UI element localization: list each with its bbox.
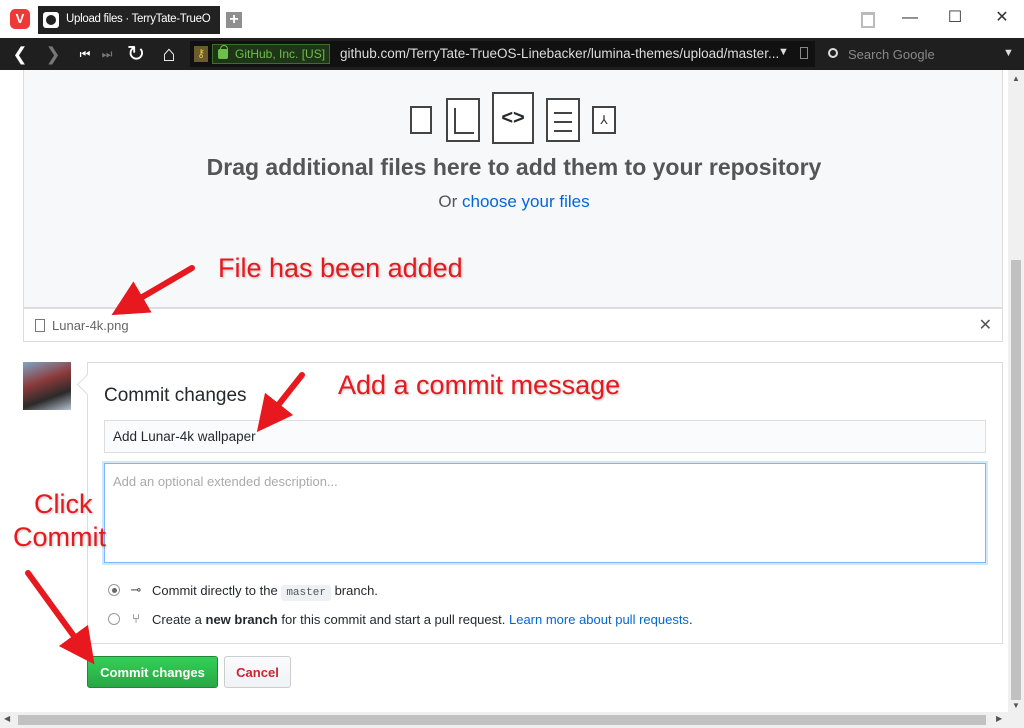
- horizontal-scrollbar[interactable]: ◀ ▶: [0, 712, 1024, 728]
- back-icon[interactable]: ❮: [9, 42, 31, 66]
- close-button[interactable]: ✕: [992, 8, 1012, 28]
- minimize-button[interactable]: —: [900, 8, 920, 28]
- reload-icon[interactable]: ↻: [125, 42, 147, 66]
- bookmark-icon[interactable]: [800, 47, 808, 59]
- tab-upload-files[interactable]: Upload files · TerryTate-TrueO: [38, 6, 220, 34]
- rewind-icon[interactable]: ⏮: [74, 42, 96, 66]
- site-identity-badge[interactable]: GitHub, Inc. [US]: [212, 44, 331, 64]
- annotation-file-added: File has been added: [218, 253, 463, 283]
- trash-icon[interactable]: [861, 12, 875, 28]
- code-file-icon: <>: [492, 92, 534, 144]
- git-pull-request-icon: ⑂: [132, 611, 140, 626]
- new-branch-label: Create a new branch for this commit and …: [152, 612, 693, 627]
- new-branch-radio[interactable]: [108, 613, 120, 625]
- choose-files-link[interactable]: choose your files: [462, 192, 590, 211]
- tab-title: Upload files · TerryTate-TrueO: [66, 13, 211, 25]
- key-icon[interactable]: ⚷: [194, 46, 208, 62]
- github-favicon-icon: [43, 12, 59, 28]
- url-dropdown-icon[interactable]: ▼: [778, 46, 789, 58]
- commit-changes-button[interactable]: Commit changes: [87, 656, 218, 688]
- maximize-button[interactable]: ☐: [945, 8, 965, 28]
- annotation-commit-message: Add a commit message: [338, 370, 621, 400]
- dropzone-title: Drag additional files here to add them t…: [206, 154, 822, 180]
- branch-name-tag: master: [281, 585, 331, 601]
- scroll-right-icon[interactable]: ▶: [996, 714, 1002, 723]
- zip-file-icon: [410, 106, 432, 134]
- browser-title-bar: V Upload files · TerryTate-TrueO + — ☐ ✕: [0, 0, 1024, 38]
- horizontal-scroll-thumb[interactable]: [18, 715, 986, 725]
- annotation-commit: Commit: [13, 522, 106, 552]
- file-icon: [35, 319, 45, 332]
- uploaded-file-name: Lunar-4k.png: [52, 318, 129, 333]
- dropzone-subtitle: Or choose your files: [24, 192, 1004, 212]
- forward-icon[interactable]: ❯: [42, 42, 64, 66]
- commit-direct-radio[interactable]: [108, 584, 120, 596]
- cancel-button[interactable]: Cancel: [224, 656, 291, 688]
- file-type-icons: <> ⅄: [410, 92, 620, 144]
- search-engine-dropdown-icon[interactable]: ▼: [1003, 47, 1014, 59]
- site-identity-label: GitHub, Inc. [US]: [235, 47, 326, 61]
- remove-file-icon[interactable]: ✕: [979, 315, 992, 335]
- search-field[interactable]: Search Google ▼: [820, 41, 1020, 67]
- scroll-down-icon[interactable]: ▼: [1012, 701, 1020, 710]
- git-commit-icon: ⊸: [130, 582, 142, 597]
- uploaded-file-row: Lunar-4k.png ✕: [23, 308, 1003, 342]
- home-icon[interactable]: ⌂: [158, 42, 180, 66]
- search-placeholder: Search Google: [848, 47, 935, 62]
- browser-address-bar: ❮ ❯ ⏮ ⏭ ↻ ⌂ ⚷ GitHub, Inc. [US] github.c…: [0, 38, 1024, 70]
- pdf-file-icon: ⅄: [592, 106, 616, 134]
- commit-direct-label: Commit directly to the master branch.: [152, 583, 378, 601]
- new-tab-button[interactable]: +: [226, 12, 242, 28]
- annotation-click: Click: [34, 489, 93, 519]
- avatar[interactable]: [23, 362, 71, 410]
- url-text[interactable]: github.com/TerryTate-TrueOS-Linebacker/l…: [340, 46, 779, 61]
- learn-more-pull-requests-link[interactable]: Learn more about pull requests: [509, 612, 689, 627]
- commit-description-textarea[interactable]: [104, 463, 986, 563]
- commit-form: Commit changes ⊸ Commit directly to the …: [87, 362, 1003, 644]
- commit-message-input[interactable]: [104, 420, 986, 453]
- dropzone-or-text: Or: [438, 192, 458, 211]
- vertical-scroll-thumb[interactable]: [1011, 260, 1021, 700]
- scroll-left-icon[interactable]: ◀: [4, 714, 10, 723]
- file-dropzone[interactable]: <> ⅄ Drag additional files here to add t…: [23, 70, 1003, 308]
- vertical-scrollbar[interactable]: ▲ ▼: [1008, 70, 1024, 712]
- text-file-icon: [546, 98, 580, 142]
- vivaldi-menu-icon[interactable]: V: [10, 9, 30, 29]
- url-field[interactable]: ⚷ GitHub, Inc. [US] github.com/TerryTate…: [190, 41, 815, 67]
- fast-forward-icon[interactable]: ⏭: [96, 42, 118, 66]
- lock-icon: [218, 45, 228, 59]
- chart-file-icon: [446, 98, 480, 142]
- search-icon: [828, 48, 838, 58]
- scroll-up-icon[interactable]: ▲: [1012, 74, 1020, 83]
- commit-form-title: Commit changes: [104, 385, 247, 406]
